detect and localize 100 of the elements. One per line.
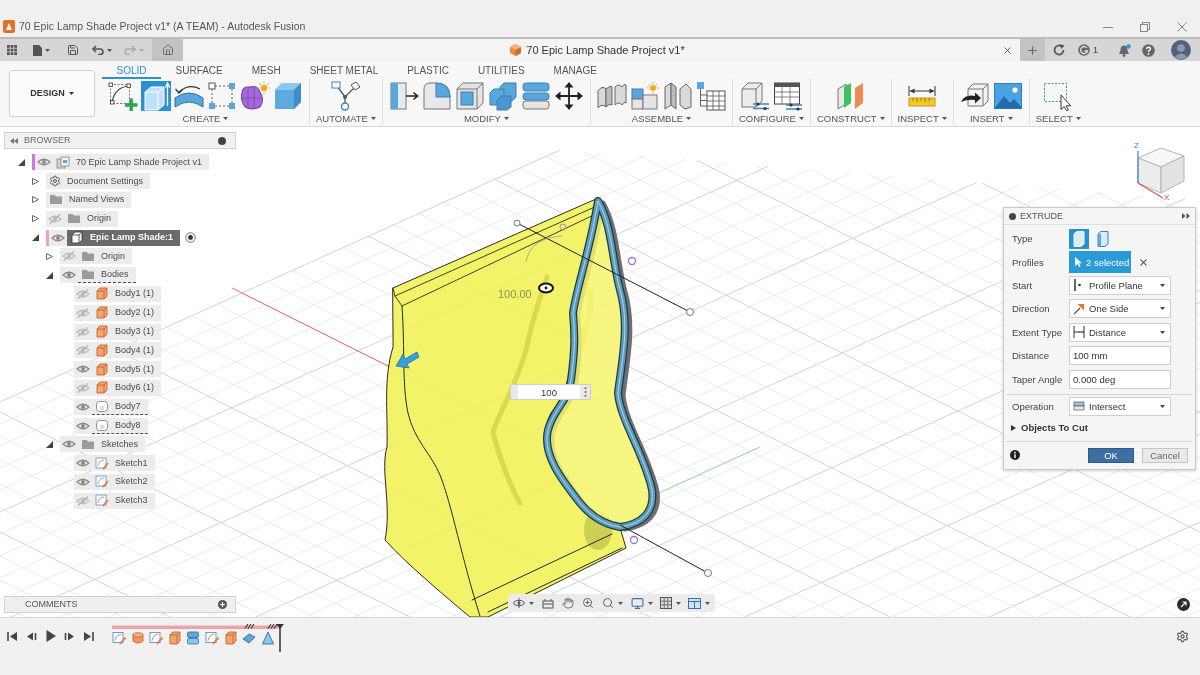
- tree-item[interactable]: Sketch3: [92, 492, 155, 509]
- sketch-icon[interactable]: [149, 631, 164, 645]
- extrude-box-icon[interactable]: [141, 81, 171, 111]
- stack-icon[interactable]: [186, 631, 201, 645]
- close-icon[interactable]: [1002, 44, 1013, 56]
- sketch-icon[interactable]: [112, 631, 126, 645]
- tree-item[interactable]: Epic Lamp Shade:1: [67, 229, 181, 246]
- file-icon[interactable]: [33, 44, 42, 56]
- combine-cubes-icon[interactable]: [487, 81, 518, 111]
- skip-start-icon[interactable]: [7, 630, 18, 642]
- split-layers-icon[interactable]: [520, 81, 551, 111]
- table-sliders-icon[interactable]: [772, 81, 803, 111]
- restore-icon[interactable]: [1140, 21, 1150, 32]
- refresh-icon[interactable]: [1053, 44, 1065, 56]
- ring-hook-icon[interactable]: [1078, 44, 1090, 56]
- tree-item[interactable]: Origin: [78, 248, 132, 265]
- tree-item[interactable]: Body2 (1): [92, 304, 162, 321]
- move-arrows-icon[interactable]: [553, 81, 584, 111]
- expand-toggle-icon[interactable]: [31, 196, 39, 204]
- image-icon[interactable]: [992, 81, 1023, 111]
- expand-toggle-icon[interactable]: [31, 177, 39, 185]
- settings-icon[interactable]: [1176, 630, 1189, 643]
- bell-icon[interactable]: [1118, 43, 1131, 57]
- zoom-in-icon[interactable]: [582, 597, 594, 609]
- group-menu-button[interactable]: AUTOMATE: [316, 113, 376, 124]
- body-icon[interactable]: [223, 631, 238, 645]
- select-box-icon[interactable]: [1043, 81, 1074, 111]
- expand-toggle-icon[interactable]: [45, 252, 53, 260]
- table-tree-icon[interactable]: [695, 81, 726, 111]
- eye-icon[interactable]: [74, 361, 92, 378]
- box-sliders-icon[interactable]: [739, 81, 770, 111]
- tree-item[interactable]: 70 Epic Lamp Shade Project v1: [53, 154, 210, 171]
- tree-item[interactable]: Document Settings: [46, 173, 151, 190]
- group-menu-button[interactable]: CONSTRUCT: [816, 113, 885, 124]
- group-menu-button[interactable]: ASSEMBLE: [631, 113, 691, 124]
- section-toggle[interactable]: Objects To Cut: [1004, 417, 1195, 438]
- expand-toggle-icon[interactable]: [45, 440, 53, 448]
- tree-item[interactable]: Sketches: [78, 436, 146, 453]
- eye-icon[interactable]: [74, 417, 92, 434]
- blocks-sparkle-icon[interactable]: [629, 81, 660, 111]
- cube-icon[interactable]: [273, 81, 303, 111]
- step-forward-icon[interactable]: [64, 630, 75, 642]
- sketch-plus-icon[interactable]: [108, 81, 138, 111]
- cancel-button[interactable]: Cancel: [1142, 447, 1188, 463]
- group-menu-button[interactable]: INSPECT: [897, 113, 947, 124]
- window-panes-icon[interactable]: [688, 597, 701, 609]
- planes-icon[interactable]: [835, 81, 866, 111]
- dropdown[interactable]: Intersect: [1069, 396, 1171, 416]
- tree-item[interactable]: Body3 (1): [92, 323, 162, 340]
- group-menu-button[interactable]: SELECT: [1035, 113, 1081, 124]
- undo-icon[interactable]: [92, 45, 104, 55]
- toolbar-tab[interactable]: PLASTIC: [392, 61, 464, 79]
- panel-arrow-icon[interactable]: [388, 81, 419, 111]
- dot-icon[interactable]: [218, 136, 226, 145]
- caret-icon[interactable]: [107, 48, 112, 52]
- eye-icon[interactable]: [74, 473, 92, 490]
- collapse-arrows-icon[interactable]: [10, 137, 18, 144]
- monitor-icon[interactable]: [631, 596, 644, 610]
- workspace-dropdown[interactable]: DESIGN: [9, 70, 95, 117]
- add-circle-icon[interactable]: [218, 600, 227, 609]
- play-icon[interactable]: [45, 630, 56, 642]
- toolbar-tab[interactable]: MANAGE: [539, 61, 612, 79]
- avatar-icon[interactable]: [1171, 40, 1191, 60]
- tree-item[interactable]: Sketch1: [92, 455, 155, 472]
- toolbar-tab[interactable]: UTILITIES: [463, 61, 540, 79]
- dropdown[interactable]: Distance: [1069, 322, 1171, 342]
- input-field[interactable]: 100 mm: [1069, 346, 1171, 366]
- rounded-corner-icon[interactable]: [421, 81, 452, 111]
- expand-toggle-icon[interactable]: [31, 215, 39, 223]
- distance-input-field[interactable]: 100: [518, 385, 580, 399]
- form-body-icon[interactable]: [240, 81, 270, 111]
- eye-icon[interactable]: [35, 154, 53, 171]
- solid-box-icon[interactable]: [1069, 228, 1089, 249]
- tree-item[interactable]: Body6 (1): [92, 379, 162, 396]
- sketch-icon[interactable]: [204, 631, 219, 645]
- expand-toggle-icon[interactable]: [45, 271, 53, 279]
- eye-icon[interactable]: [74, 398, 92, 415]
- new-tab-button[interactable]: [1020, 39, 1045, 61]
- step-back-icon[interactable]: [26, 630, 37, 642]
- clear-icon[interactable]: [1138, 256, 1149, 268]
- more-options-icon[interactable]: [584, 387, 587, 397]
- eye-icon[interactable]: [60, 267, 78, 284]
- ok-button[interactable]: OK: [1088, 447, 1134, 463]
- pan-hand-icon[interactable]: [562, 597, 574, 609]
- double-arrow-icon[interactable]: [1182, 213, 1190, 219]
- document-tab[interactable]: 70 Epic Lamp Shade Project v1*: [183, 39, 1020, 61]
- tree-item[interactable]: Body5 (1): [92, 361, 162, 378]
- skip-end-icon[interactable]: [83, 630, 94, 642]
- toolbar-tab[interactable]: SHEET METAL: [295, 61, 393, 79]
- tree-item[interactable]: Sketch2: [92, 473, 155, 490]
- dropdown[interactable]: One Side: [1069, 299, 1171, 319]
- eye-icon[interactable]: [74, 455, 92, 472]
- toolbar-tab[interactable]: SURFACE: [161, 61, 238, 79]
- playhead-marker[interactable]: [276, 624, 284, 652]
- joint-panels-icon[interactable]: [596, 81, 627, 111]
- tree-item[interactable]: Body8: [92, 417, 148, 434]
- home-button[interactable]: [152, 39, 183, 61]
- apps-grid-icon[interactable]: [7, 45, 17, 55]
- calendar-icon[interactable]: [542, 597, 554, 609]
- triangle-icon[interactable]: [260, 631, 275, 645]
